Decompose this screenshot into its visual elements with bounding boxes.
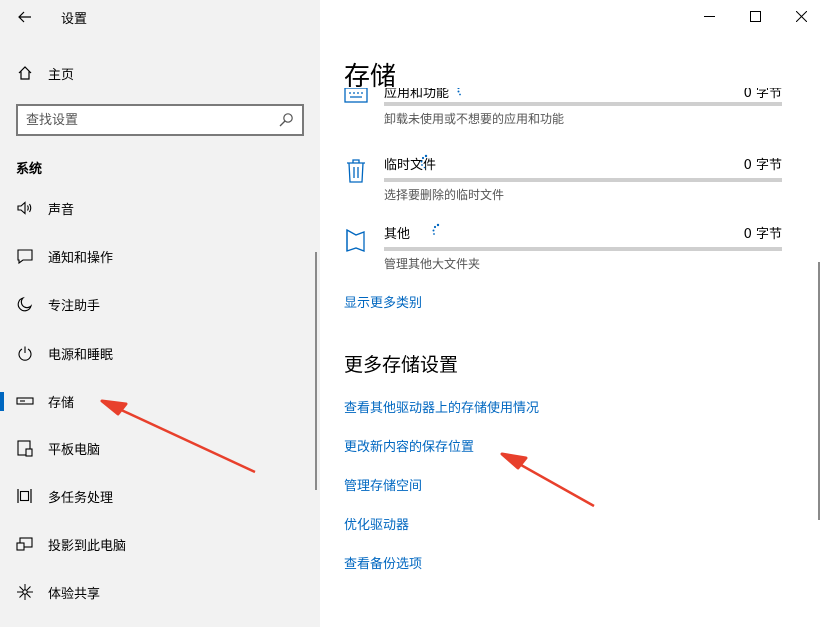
optimize-drives-link[interactable]: 优化驱动器 <box>344 514 409 533</box>
multitask-icon <box>15 486 35 506</box>
sidebar-item-home[interactable]: 主页 <box>0 53 320 93</box>
close-button[interactable] <box>778 0 822 32</box>
sidebar-item-notifications[interactable]: 通知和操作 <box>0 236 320 276</box>
main-panel: 存储 应用和功能 0 字节 卸载未使用或不想要的应用和功能 临时文件 0 字节 <box>320 0 822 627</box>
sidebar-item-project[interactable]: 投影到此电脑 <box>0 524 320 564</box>
sidebar-item-label: 平板电脑 <box>48 442 101 458</box>
search-input[interactable] <box>26 110 276 130</box>
show-more-categories-link[interactable]: 显示更多类别 <box>344 292 422 311</box>
arrow-left-icon <box>18 11 31 23</box>
apps-keyboard-icon <box>344 88 368 103</box>
app-title: 设置 <box>61 12 88 27</box>
storage-usage-bar <box>384 102 782 106</box>
speaker-icon <box>15 198 35 218</box>
minimize-button[interactable] <box>686 0 732 32</box>
sidebar-item-sound[interactable]: 声音 <box>0 188 320 228</box>
share-icon <box>15 582 35 602</box>
sidebar-item-shared-experiences[interactable]: 体验共享 <box>0 572 320 612</box>
loading-spinner-icon <box>457 88 461 96</box>
storage-item-desc: 卸载未使用或不想要的应用和功能 <box>384 112 565 126</box>
power-icon <box>15 343 35 363</box>
home-icon <box>15 63 35 83</box>
storage-item-desc: 选择要删除的临时文件 <box>384 188 505 202</box>
tablet-icon <box>15 438 35 458</box>
storage-item-temp-files[interactable]: 临时文件 0 字节 选择要删除的临时文件 <box>344 154 782 214</box>
manage-storage-spaces-link[interactable]: 管理存储空间 <box>344 475 422 494</box>
sidebar-item-focus-assist[interactable]: 专注助手 <box>0 284 320 324</box>
sidebar-item-power[interactable]: 电源和睡眠 <box>0 333 320 373</box>
sidebar-item-label: 存储 <box>48 395 75 411</box>
sidebar-item-label: 多任务处理 <box>48 490 114 506</box>
view-other-drives-link[interactable]: 查看其他驱动器上的存储使用情况 <box>344 397 539 416</box>
storage-drive-icon <box>15 391 35 411</box>
loading-spinner-icon <box>432 223 440 235</box>
sidebar-item-label: 通知和操作 <box>48 250 114 266</box>
storage-item-size: 0 字节 <box>743 88 782 101</box>
sidebar-item-label: 专注助手 <box>48 298 101 314</box>
moon-icon <box>15 294 35 314</box>
section-title: 系统 <box>16 162 43 177</box>
trash-icon <box>347 159 365 183</box>
storage-item-other[interactable]: 其他 0 字节 管理其他大文件夹 <box>344 223 782 283</box>
maximize-button[interactable] <box>732 0 778 32</box>
sidebar-item-label: 投影到此电脑 <box>48 538 127 554</box>
storage-item-name: 应用和功能 <box>384 88 450 101</box>
storage-item-size: 0 字节 <box>743 227 782 242</box>
change-save-location-link[interactable]: 更改新内容的保存位置 <box>344 436 474 455</box>
view-backup-options-link[interactable]: 查看备份选项 <box>344 553 422 572</box>
project-icon <box>15 534 35 554</box>
search-box[interactable] <box>16 104 304 136</box>
storage-item-apps[interactable]: 应用和功能 0 字节 卸载未使用或不想要的应用和功能 <box>344 88 782 142</box>
folder-icon <box>346 228 365 252</box>
sidebar-item-storage[interactable]: 存储 <box>0 381 320 421</box>
back-button[interactable] <box>10 4 40 30</box>
more-storage-settings-heading: 更多存储设置 <box>344 354 459 376</box>
storage-list-clip: 应用和功能 0 字节 卸载未使用或不想要的应用和功能 <box>320 88 822 143</box>
sidebar-item-tablet[interactable]: 平板电脑 <box>0 428 320 468</box>
close-icon <box>795 10 807 22</box>
sidebar-item-multitasking[interactable]: 多任务处理 <box>0 476 320 516</box>
active-indicator <box>0 392 4 411</box>
storage-usage-bar <box>384 178 782 182</box>
storage-item-name: 其他 <box>384 227 411 242</box>
storage-item-desc: 管理其他大文件夹 <box>384 257 481 271</box>
minimize-icon <box>703 15 715 17</box>
sidebar-scrollbar[interactable] <box>315 252 317 490</box>
sidebar-item-label: 体验共享 <box>48 586 101 602</box>
sidebar-item-label: 声音 <box>48 202 75 218</box>
loading-spinner-icon <box>420 154 428 169</box>
storage-usage-bar <box>384 247 782 251</box>
search-icon <box>279 113 293 127</box>
sidebar-item-label: 电源和睡眠 <box>48 347 114 363</box>
maximize-icon <box>749 10 761 22</box>
main-scrollbar[interactable] <box>818 262 820 520</box>
notification-icon <box>15 246 35 266</box>
sidebar: 设置 主页 系统 声音 通知和操作 专注助手 电 <box>0 0 320 627</box>
sidebar-item-label: 主页 <box>48 67 75 83</box>
storage-item-size: 0 字节 <box>743 158 782 173</box>
